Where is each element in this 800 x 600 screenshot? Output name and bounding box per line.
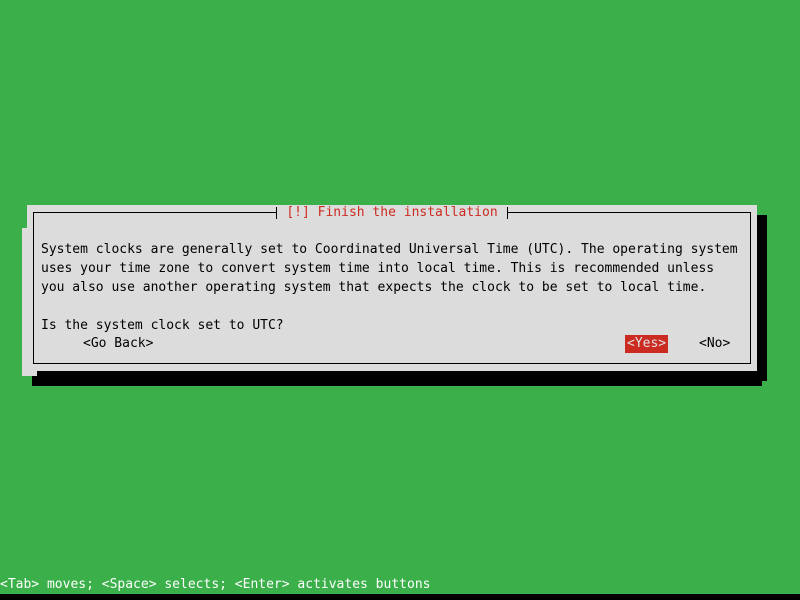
description-line-1: System clocks are generally set to Coord… (41, 242, 738, 257)
no-button[interactable]: <No> (697, 335, 732, 353)
yes-button[interactable]: <Yes> (625, 335, 669, 353)
dialog-question: Is the system clock set to UTC? (41, 318, 284, 333)
description-line-2: uses your time zone to convert system ti… (41, 261, 715, 276)
go-back-button[interactable]: <Go Back> (81, 335, 155, 353)
bottom-filler (0, 594, 800, 600)
dialog-body: System clocks are generally set to Coord… (41, 240, 743, 335)
finish-installation-dialog: [!] Finish the installation System clock… (27, 205, 757, 371)
description-line-3: you also use another operating system th… (41, 280, 707, 295)
status-bar: <Tab> moves; <Space> selects; <Enter> ac… (0, 576, 800, 594)
dialog-button-row: <Go Back> <Yes> <No> (41, 335, 743, 353)
installer-screen: [!] Finish the installation System clock… (0, 0, 800, 600)
